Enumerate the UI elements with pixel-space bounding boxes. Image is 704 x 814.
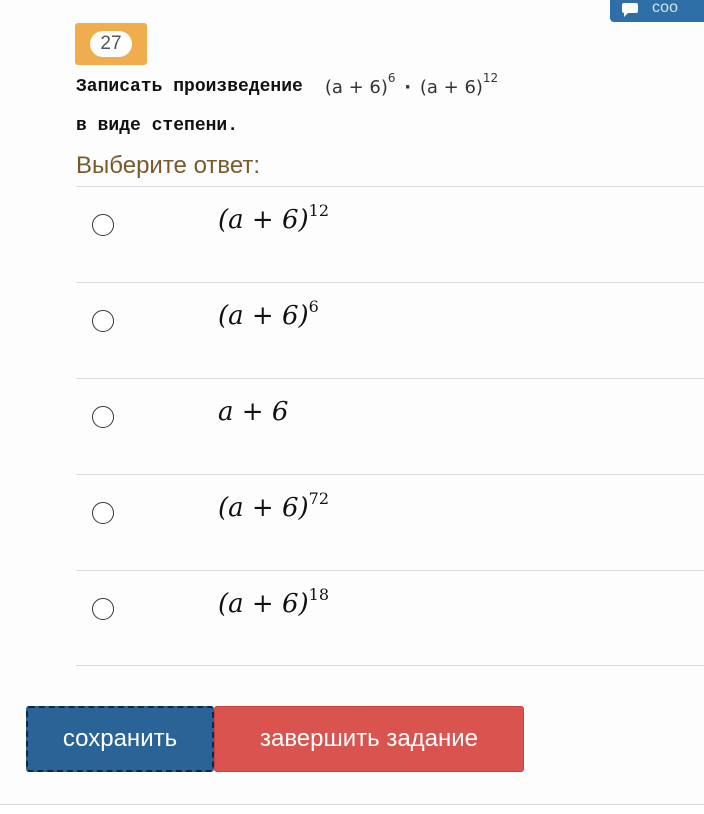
- answer-exponent: 6: [308, 297, 319, 316]
- comments-tab-label: соо: [652, 0, 678, 16]
- answer-option[interactable]: (a + 6)18: [76, 570, 704, 666]
- answer-exponent: 18: [308, 585, 330, 604]
- expr-base-1: (a + 6): [324, 76, 388, 98]
- radio-button[interactable]: [92, 502, 114, 524]
- expr-exp-2: 12: [482, 70, 499, 85]
- answer-option[interactable]: a + 6: [76, 378, 704, 474]
- question-text-line2: в виде степени.: [76, 116, 239, 136]
- question-number-badge: 27: [75, 23, 147, 65]
- answer-base: a + 6: [218, 397, 289, 427]
- expr-base-2: (a + 6): [419, 76, 483, 98]
- answer-formula: (a + 6)72: [218, 489, 329, 523]
- quiz-panel: соо 27 Записать произведение (a + 6)6 · …: [0, 0, 704, 805]
- question-text: Записать произведение: [76, 77, 303, 97]
- finish-task-button[interactable]: завершить задание: [214, 706, 524, 772]
- radio-button[interactable]: [92, 310, 114, 332]
- save-button[interactable]: сохранить: [26, 706, 214, 772]
- answer-prompt: Выберите ответ:: [76, 152, 261, 179]
- question-expression: (a + 6)6 · (a + 6)12: [324, 71, 498, 98]
- answer-base: (a + 6): [218, 493, 309, 523]
- expr-exp-1: 6: [387, 70, 396, 85]
- answer-exponent: 12: [308, 201, 330, 220]
- answer-base: (a + 6): [218, 589, 309, 619]
- comments-tab-button[interactable]: соо: [610, 0, 704, 22]
- answer-list: (a + 6)12 (a + 6)6 a + 6 (a + 6)72 (a + …: [76, 186, 704, 666]
- answer-formula: a + 6: [218, 397, 288, 427]
- question-text-line1: Записать произведение (a + 6)6 · (a + 6)…: [76, 71, 498, 102]
- answer-formula: (a + 6)6: [218, 297, 319, 331]
- answer-base: (a + 6): [218, 301, 309, 331]
- radio-button[interactable]: [92, 406, 114, 428]
- radio-button[interactable]: [92, 598, 114, 620]
- answer-exponent: 72: [308, 489, 330, 508]
- answer-base: (a + 6): [218, 205, 309, 235]
- question-number: 27: [90, 31, 132, 57]
- radio-button[interactable]: [92, 214, 114, 236]
- answer-option[interactable]: (a + 6)72: [76, 474, 704, 570]
- answer-option[interactable]: (a + 6)12: [76, 186, 704, 282]
- answer-option[interactable]: (a + 6)6: [76, 282, 704, 378]
- expr-dot: ·: [404, 76, 412, 98]
- comment-icon: [622, 3, 638, 17]
- answer-formula: (a + 6)18: [218, 585, 329, 619]
- answer-formula: (a + 6)12: [218, 201, 329, 235]
